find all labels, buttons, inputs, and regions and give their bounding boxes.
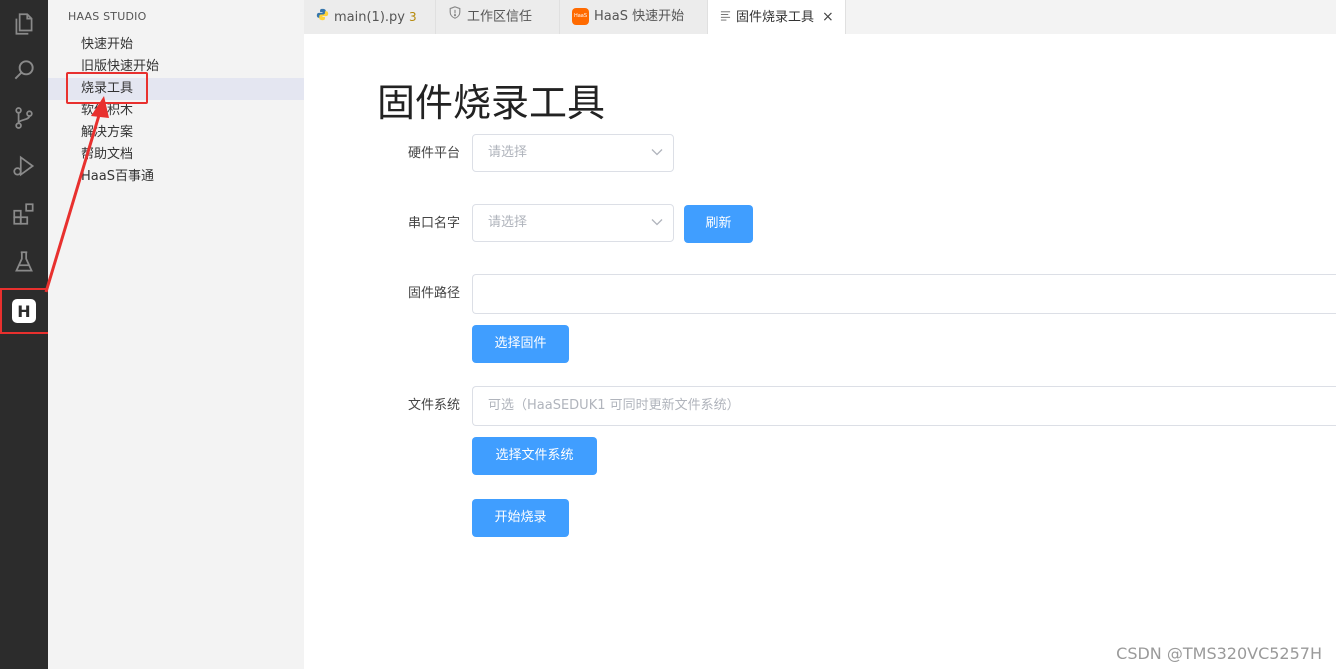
run-debug-icon[interactable] — [0, 142, 48, 190]
tab-label: 工作区信任 — [467, 9, 533, 25]
hardware-platform-label: 硬件平台 — [407, 146, 460, 161]
firmware-path-label: 固件路径 — [407, 286, 460, 301]
serial-port-label: 串口名字 — [407, 216, 460, 231]
testing-flask-icon[interactable] — [0, 238, 48, 286]
tab-workspace-trust[interactable]: 工作区信任 — [436, 0, 560, 34]
start-flash-button[interactable]: 开始烧录 — [472, 499, 569, 537]
select-file-system-button[interactable]: 选择文件系统 — [472, 437, 597, 475]
watermark: CSDN @TMS320VC5257H — [1116, 644, 1322, 663]
page-title: 固件烧录工具 — [377, 81, 606, 125]
problem-count-badge: 3 — [408, 10, 417, 24]
sidebar-title: HAAS STUDIO — [68, 10, 147, 23]
tab-label: 固件烧录工具 — [736, 10, 815, 25]
select-placeholder: 请选择 — [488, 215, 528, 230]
extensions-icon[interactable] — [0, 190, 48, 238]
search-icon[interactable] — [0, 46, 48, 94]
python-icon — [316, 1, 329, 35]
firmware-path-input[interactable] — [472, 274, 1336, 314]
close-tab-icon[interactable]: × — [822, 9, 834, 25]
refresh-button[interactable]: 刷新 — [684, 205, 753, 243]
haas-logo-icon: HaaS — [572, 8, 589, 25]
annotation-highlight-haas — [0, 288, 52, 334]
files-icon[interactable] — [0, 0, 48, 48]
activity-bar: H — [0, 0, 52, 669]
hardware-platform-select[interactable]: 请选择 — [472, 134, 674, 172]
sidebar-item-haas-faq[interactable]: HaaS百事通 — [48, 166, 304, 188]
select-firmware-button[interactable]: 选择固件 — [472, 325, 569, 363]
file-system-input[interactable]: 可选（HaaSEDUK1 可同时更新文件系统） — [472, 386, 1336, 426]
serial-port-select[interactable]: 请选择 — [472, 204, 674, 242]
chevron-down-icon — [651, 219, 663, 226]
tab-bar: main(1).py 3 工作区信任 HaaS HaaS 快速开始 固件烧录工具 × — [304, 0, 1336, 34]
tab-label: HaaS 快速开始 — [594, 9, 685, 24]
sidebar-item-help-docs[interactable]: 帮助文档 — [48, 144, 304, 166]
select-placeholder: 请选择 — [488, 145, 528, 160]
source-control-icon[interactable] — [0, 94, 48, 142]
annotation-highlight-flash-tool — [66, 72, 148, 104]
tab-haas-quick-start[interactable]: HaaS HaaS 快速开始 — [560, 0, 708, 34]
sidebar-item-quick-start[interactable]: 快速开始 — [48, 34, 304, 56]
tab-firmware-flash-tool[interactable]: 固件烧录工具 × — [708, 0, 846, 34]
sidebar-item-solutions[interactable]: 解决方案 — [48, 122, 304, 144]
tab-label: main(1).py — [334, 10, 405, 25]
file-system-label: 文件系统 — [407, 398, 460, 413]
preview-icon — [720, 1, 731, 35]
tab-main-py[interactable]: main(1).py 3 — [304, 0, 436, 34]
shield-icon — [448, 0, 462, 34]
chevron-down-icon — [651, 149, 663, 156]
